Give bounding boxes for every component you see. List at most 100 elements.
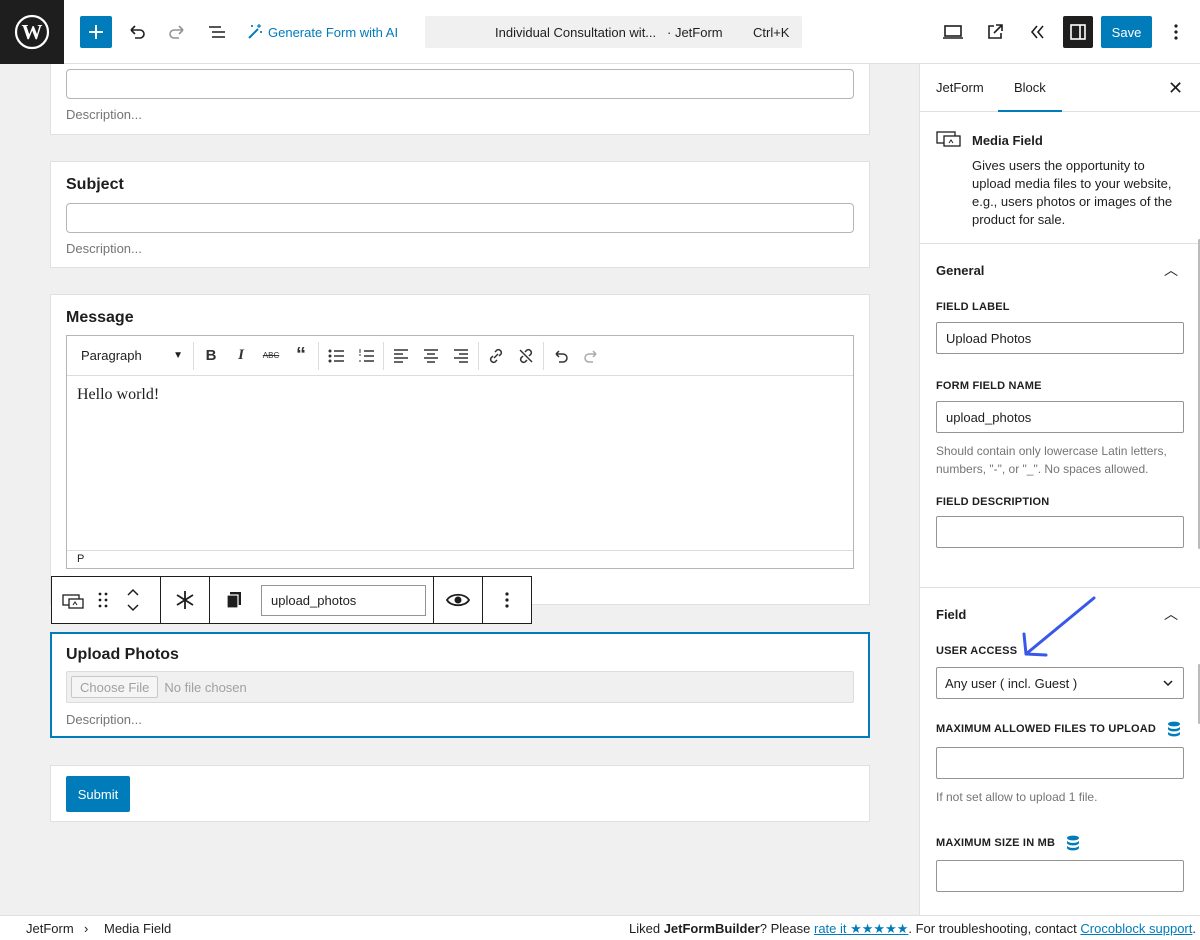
bullet-list-button[interactable] bbox=[321, 342, 351, 370]
caret-down-icon: ▼ bbox=[173, 350, 183, 361]
subject-label: Subject bbox=[66, 176, 124, 193]
submit-button[interactable]: Submit bbox=[66, 776, 130, 812]
add-block-button[interactable] bbox=[80, 16, 112, 48]
italic-button[interactable]: I bbox=[226, 342, 256, 370]
field-name-input[interactable]: upload_photos bbox=[936, 401, 1184, 433]
chevrons-left-icon bbox=[1030, 25, 1044, 39]
eye-icon bbox=[446, 593, 470, 607]
drag-handle[interactable] bbox=[88, 577, 118, 623]
editor-redo-button[interactable] bbox=[576, 342, 606, 370]
tab-block[interactable]: Block bbox=[998, 64, 1062, 112]
user-access-value: Any user ( incl. Guest ) bbox=[945, 675, 1078, 691]
editor-undo-button[interactable] bbox=[546, 342, 576, 370]
bold-button[interactable]: B bbox=[196, 342, 226, 370]
visibility-toggle-button[interactable] bbox=[443, 577, 473, 623]
text-field-block[interactable]: Description... bbox=[50, 64, 870, 135]
max-size-input[interactable] bbox=[936, 860, 1184, 892]
editor-content[interactable]: Hello world! bbox=[77, 386, 159, 404]
block-toolbar: upload_photos bbox=[51, 576, 532, 624]
block-type-button[interactable] bbox=[58, 577, 88, 623]
footer-note-end: . bbox=[1192, 921, 1196, 936]
redo-button[interactable] bbox=[162, 16, 192, 48]
message-field-block[interactable]: Message Paragraph ▼ B I ABC “ Hello worl… bbox=[50, 294, 870, 605]
desktop-icon bbox=[943, 25, 963, 39]
footer-note-mid: ? Please bbox=[759, 921, 814, 936]
rich-text-editor[interactable]: Paragraph ▼ B I ABC “ Hello world! P bbox=[66, 335, 854, 569]
file-input[interactable]: Choose File No file chosen bbox=[66, 671, 854, 703]
user-access-select[interactable]: Any user ( incl. Guest ) bbox=[936, 667, 1184, 699]
upload-photos-block[interactable]: Upload Photos Choose File No file chosen… bbox=[50, 632, 870, 738]
block-toolbar-group: upload_photos bbox=[210, 577, 434, 623]
upload-photos-label: Upload Photos bbox=[66, 646, 179, 663]
footer-brand: JetFormBuilder bbox=[663, 921, 760, 936]
view-form-button[interactable] bbox=[980, 16, 1010, 48]
document-title: Individual Consultation wit... bbox=[495, 25, 657, 40]
italic-icon: I bbox=[238, 347, 244, 363]
database-icon[interactable] bbox=[1066, 835, 1080, 851]
text-field-input[interactable] bbox=[66, 69, 854, 99]
unlink-icon bbox=[519, 348, 533, 363]
field-name-inline-input[interactable]: upload_photos bbox=[261, 584, 426, 616]
block-title: Media Field bbox=[972, 133, 1043, 148]
subject-input[interactable] bbox=[66, 203, 854, 233]
media-field-icon bbox=[936, 131, 961, 147]
undo-icon bbox=[555, 349, 568, 363]
database-icon[interactable] bbox=[1167, 721, 1181, 737]
align-left-button[interactable] bbox=[386, 342, 416, 370]
editor-canvas: Description... Subject Description... Me… bbox=[0, 64, 919, 915]
field-label-label: FIELD LABEL bbox=[936, 301, 1010, 313]
align-center-icon bbox=[424, 348, 438, 363]
settings-sidebar: JetForm Block ✕ Media Field Gives users … bbox=[919, 64, 1200, 915]
chevron-right-icon: › bbox=[84, 921, 89, 936]
required-toggle-button[interactable] bbox=[170, 577, 200, 623]
field-description-input[interactable] bbox=[936, 516, 1184, 548]
undo-button[interactable] bbox=[122, 16, 152, 48]
sidebar-tabs: JetForm Block ✕ bbox=[920, 64, 1200, 112]
chevron-up-icon[interactable]: ︿ bbox=[1164, 260, 1178, 280]
remove-link-button[interactable] bbox=[511, 342, 541, 370]
generate-form-ai-button[interactable]: Generate Form with AI bbox=[246, 16, 398, 48]
insert-link-button[interactable] bbox=[481, 342, 511, 370]
format-select[interactable]: Paragraph ▼ bbox=[73, 342, 191, 370]
support-link[interactable]: Crocoblock support bbox=[1080, 921, 1192, 936]
settings-sidebar-toggle[interactable] bbox=[1063, 16, 1093, 48]
close-icon[interactable]: ✕ bbox=[1168, 78, 1183, 99]
command-palette-bar[interactable]: Individual Consultation wit... · JetForm… bbox=[425, 16, 802, 48]
footer-note-suffix: . For troubleshooting, contact bbox=[908, 921, 1081, 936]
wordpress-logo-button[interactable]: W bbox=[0, 0, 64, 64]
field-label-input[interactable]: Upload Photos bbox=[936, 322, 1184, 354]
field-section-heading[interactable]: Field bbox=[936, 607, 966, 622]
general-section-heading[interactable]: General bbox=[936, 263, 984, 278]
chevron-up-icon[interactable]: ︿ bbox=[1164, 604, 1178, 624]
document-overview-button[interactable] bbox=[202, 16, 232, 48]
blockquote-button[interactable]: “ bbox=[286, 342, 316, 370]
block-options-button[interactable] bbox=[492, 577, 522, 623]
copy-name-button[interactable] bbox=[219, 577, 249, 623]
options-menu-button[interactable] bbox=[1164, 16, 1188, 48]
toolbar-divider bbox=[478, 341, 479, 370]
breadcrumb-current[interactable]: Media Field bbox=[104, 921, 171, 936]
strikethrough-button[interactable]: ABC bbox=[256, 342, 286, 370]
breadcrumb-root[interactable]: JetForm bbox=[26, 921, 74, 936]
align-center-button[interactable] bbox=[416, 342, 446, 370]
subject-field-block[interactable]: Subject Description... bbox=[50, 161, 870, 268]
format-select-value: Paragraph bbox=[81, 348, 142, 363]
strikethrough-icon: ABC bbox=[262, 351, 280, 360]
max-files-input[interactable] bbox=[936, 747, 1184, 779]
more-vertical-icon bbox=[1174, 24, 1178, 40]
svg-text:W: W bbox=[22, 20, 43, 44]
align-right-button[interactable] bbox=[446, 342, 476, 370]
tab-jetform[interactable]: JetForm bbox=[936, 64, 984, 112]
block-toolbar-group bbox=[52, 577, 161, 623]
submit-block[interactable]: Submit bbox=[50, 765, 870, 822]
device-preview-button[interactable] bbox=[938, 16, 968, 48]
collapse-button[interactable] bbox=[1022, 16, 1052, 48]
external-link-icon bbox=[988, 24, 1003, 39]
rate-link[interactable]: rate it ★★★★★ bbox=[814, 921, 908, 936]
choose-file-button[interactable]: Choose File bbox=[71, 676, 159, 698]
plus-icon bbox=[89, 25, 103, 39]
numbered-list-button[interactable] bbox=[351, 342, 381, 370]
field-name-help: Should contain only lowercase Latin lett… bbox=[936, 444, 1167, 476]
move-up-down-buttons[interactable] bbox=[118, 577, 148, 623]
save-button[interactable]: Save bbox=[1101, 16, 1152, 48]
